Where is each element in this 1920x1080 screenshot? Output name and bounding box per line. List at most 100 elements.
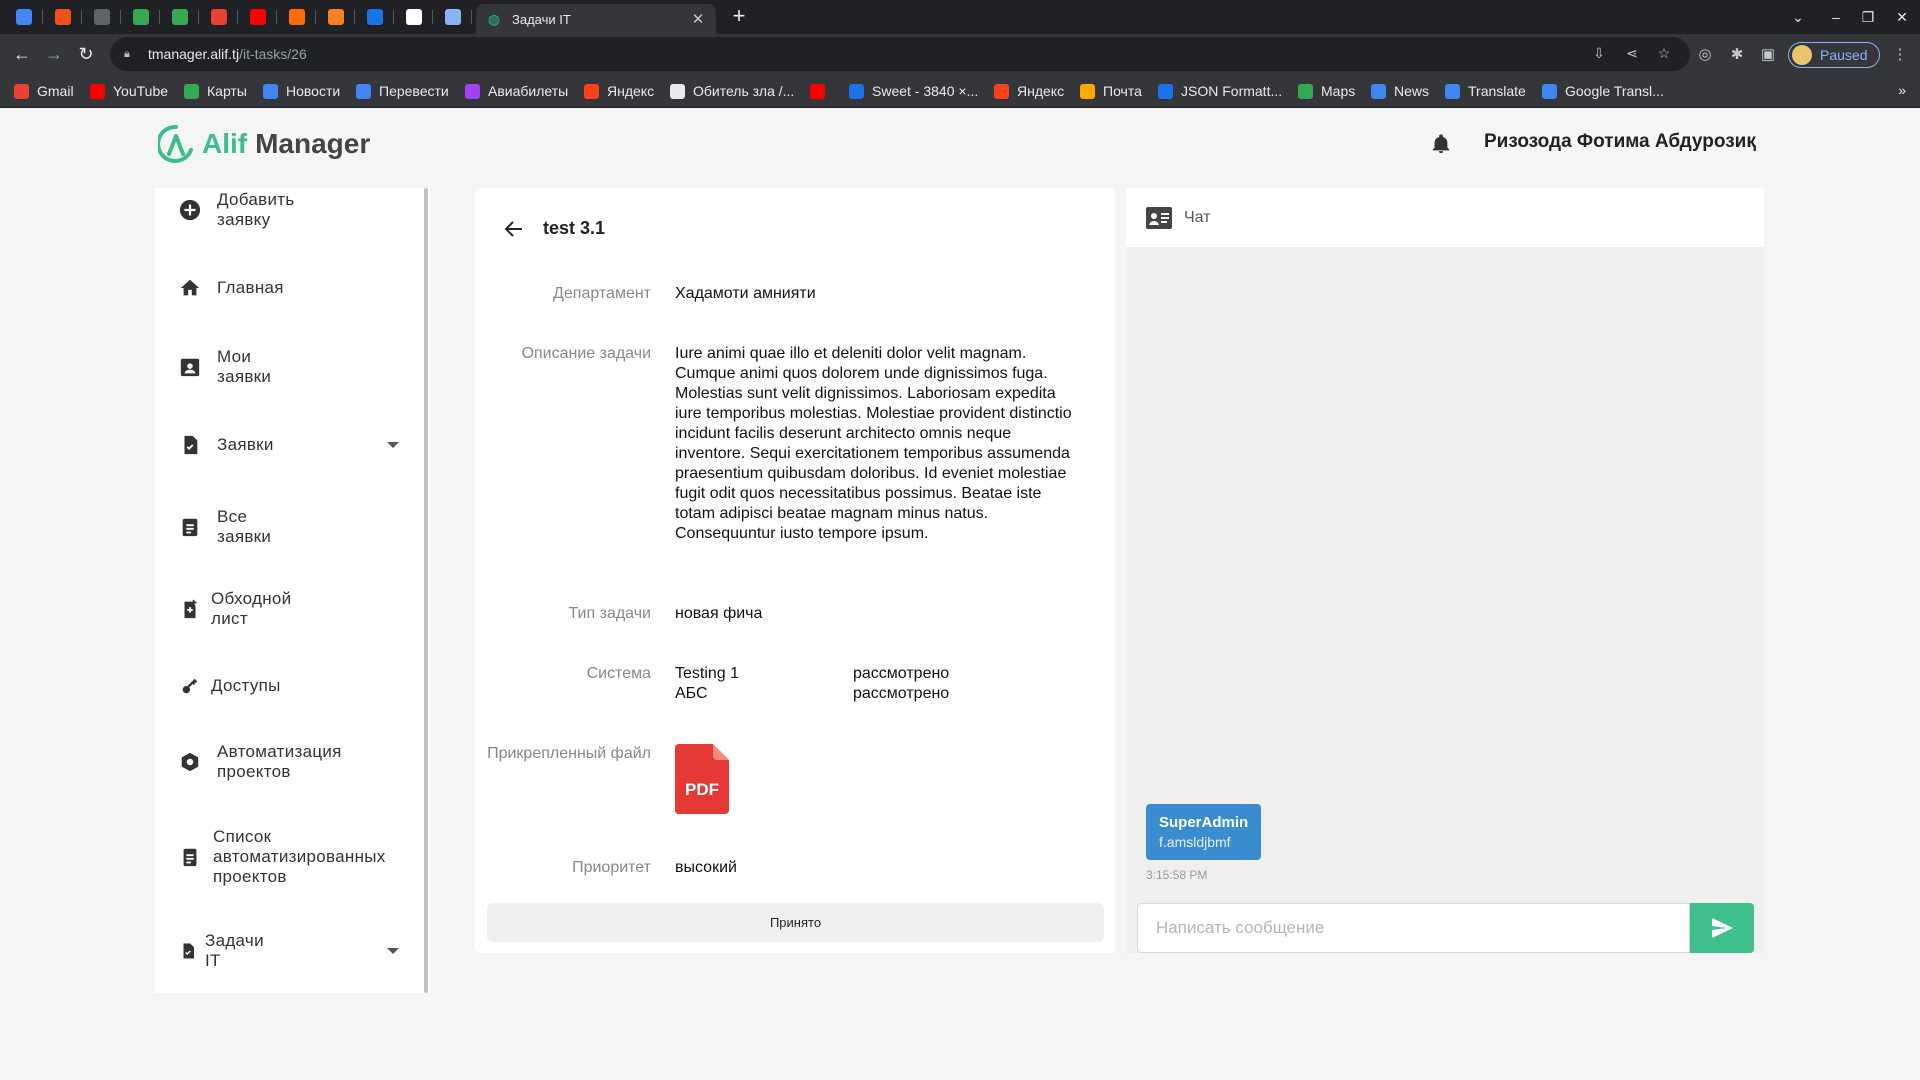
pinned-tab[interactable] bbox=[277, 0, 316, 34]
sidebar-item-label: Мои заявки bbox=[217, 347, 272, 386]
share-icon[interactable]: ⋖ bbox=[1623, 45, 1641, 62]
side-panel-icon[interactable]: ▣ bbox=[1758, 45, 1778, 63]
docs-icon bbox=[15, 9, 32, 25]
key-icon bbox=[182, 678, 198, 694]
document-add-icon bbox=[184, 599, 197, 619]
app-logo[interactable]: Alif Manager bbox=[158, 124, 370, 164]
bookmark-label: YouTube bbox=[113, 83, 169, 99]
url-host: tmanager.alif.tj bbox=[148, 46, 240, 62]
message-text: f.amsldjbmf bbox=[1159, 834, 1231, 850]
bookmark-item[interactable]: Карты bbox=[184, 75, 247, 107]
browser-toolbar: ← → ↻ 🔒︎ tmanager.alif.tj/it-tasks/26 ⇩ … bbox=[0, 34, 1920, 75]
bookmark-item[interactable]: Gmail bbox=[14, 75, 74, 107]
pinned-tab[interactable] bbox=[355, 0, 394, 34]
sidebar-item-all-requests[interactable]: Все заявки bbox=[155, 505, 415, 549]
chevron-down-icon[interactable] bbox=[387, 948, 399, 954]
green-app-icon bbox=[132, 9, 149, 25]
notification-bell-icon[interactable] bbox=[1430, 132, 1452, 156]
back-icon[interactable]: ← bbox=[8, 40, 36, 68]
pinned-tab[interactable] bbox=[121, 0, 160, 34]
pinned-tab[interactable] bbox=[43, 0, 82, 34]
user-name[interactable]: Ризозода Фотима Абдурозиқ bbox=[1484, 131, 1756, 153]
bookmark-item[interactable]: JSON Formatt... bbox=[1158, 75, 1282, 107]
bookmark-label: Обитель зла /... bbox=[693, 83, 795, 99]
bookmark-item[interactable]: YouTube bbox=[90, 75, 168, 107]
clipboard-list-icon bbox=[183, 848, 197, 867]
home-icon bbox=[180, 279, 200, 296]
bookmark-item[interactable]: Новости bbox=[263, 75, 340, 107]
pinned-tab[interactable] bbox=[238, 0, 277, 34]
message-author: SuperAdmin bbox=[1159, 814, 1249, 831]
arrow-back-icon[interactable] bbox=[502, 217, 526, 241]
sidebar-item-label: Заявки bbox=[217, 435, 274, 454]
google-icon bbox=[263, 83, 278, 99]
system-name: Testing 1 bbox=[675, 665, 740, 682]
pinned-tab[interactable] bbox=[394, 0, 433, 34]
profile-button[interactable]: Paused bbox=[1788, 42, 1880, 68]
chat-title: Чат bbox=[1184, 208, 1211, 226]
bookmark-item[interactable]: Translate bbox=[1445, 75, 1526, 107]
youtube-icon bbox=[810, 83, 825, 99]
sidebar-item-home[interactable]: Главная bbox=[155, 268, 415, 308]
minimize-icon[interactable]: – bbox=[1818, 0, 1854, 34]
chat-message-input[interactable] bbox=[1137, 903, 1690, 953]
pdf-file-type: PDF bbox=[685, 780, 719, 799]
pinned-tab[interactable] bbox=[433, 0, 472, 34]
sidebar-item-bypass-sheet[interactable]: Обходной лист bbox=[155, 587, 415, 631]
task-type-value: новая фича bbox=[675, 605, 763, 622]
sidebar-scrollbar[interactable] bbox=[424, 188, 428, 993]
sidebar-item-label: Обходной лист bbox=[211, 589, 292, 628]
bookmark-item[interactable]: Почта bbox=[1080, 75, 1142, 107]
chevron-down-icon[interactable] bbox=[387, 442, 399, 448]
close-tab-icon[interactable]: ✕ bbox=[690, 10, 706, 28]
reload-icon[interactable]: ↻ bbox=[72, 40, 100, 68]
sidebar-item-label: Список автоматизированных проектов bbox=[213, 827, 386, 886]
sidebar-item-label: Доступы bbox=[211, 676, 281, 695]
clipboard-icon bbox=[182, 518, 198, 537]
bookmark-item[interactable]: News bbox=[1371, 75, 1429, 107]
bookmark-label: Новости bbox=[286, 83, 341, 99]
address-bar[interactable]: 🔒︎ tmanager.alif.tj/it-tasks/26 bbox=[110, 37, 1690, 71]
mail-icon bbox=[1080, 83, 1095, 99]
sidebar-item-access[interactable]: Доступы bbox=[155, 666, 415, 706]
bookmark-item[interactable]: Перевести bbox=[356, 75, 449, 107]
bookmark-item[interactable]: Sweet - 3840 ×... bbox=[849, 75, 978, 107]
sidebar-item-requests[interactable]: Заявки bbox=[155, 425, 415, 465]
forward-icon[interactable]: → bbox=[40, 40, 68, 68]
send-button[interactable] bbox=[1690, 903, 1754, 953]
window-close-icon[interactable]: ✕ bbox=[1884, 0, 1920, 34]
restore-icon[interactable]: ❐ bbox=[1850, 0, 1886, 34]
task-type-label: Тип задачи bbox=[568, 605, 651, 622]
accepted-button[interactable]: Принято bbox=[487, 903, 1104, 942]
pinned-tab[interactable] bbox=[199, 0, 238, 34]
bookmark-label: JSON Formatt... bbox=[1181, 83, 1283, 99]
bookmark-item[interactable]: Яндекс bbox=[994, 75, 1064, 107]
bookmark-item[interactable]: Яндекс bbox=[584, 75, 654, 107]
bookmark-item[interactable] bbox=[810, 75, 833, 107]
bookmark-item[interactable]: Авиабилеты bbox=[465, 75, 568, 107]
bookmark-item[interactable]: Google Transl... bbox=[1542, 75, 1664, 107]
bookmark-item[interactable]: Обитель зла /... bbox=[670, 75, 794, 107]
pinned-tab[interactable] bbox=[4, 0, 43, 34]
bookmarks-overflow-icon[interactable]: » bbox=[1898, 82, 1906, 98]
priority-value: высокий bbox=[675, 859, 737, 876]
menu-kebab-icon[interactable]: ⋮ bbox=[1890, 45, 1910, 63]
active-tab[interactable]: ◍ Задачи IT ✕ bbox=[476, 4, 716, 34]
bookmark-item[interactable]: Maps bbox=[1298, 75, 1355, 107]
tab-search-icon[interactable]: ⌄ bbox=[1780, 0, 1816, 34]
sidebar-item-it-tasks[interactable]: Задачи IT bbox=[155, 929, 415, 973]
gmail-icon bbox=[14, 83, 29, 99]
pinned-tab[interactable] bbox=[82, 0, 121, 34]
bookmark-star-icon[interactable]: ☆ bbox=[1655, 45, 1673, 62]
sidebar-item-my-requests[interactable]: Мои заявки bbox=[155, 345, 415, 389]
pinned-tab[interactable] bbox=[160, 0, 199, 34]
pinned-tab[interactable] bbox=[316, 0, 355, 34]
sidebar-item-project-automation[interactable]: Автоматизация проектов bbox=[155, 740, 415, 784]
sidebar-item-automated-projects-list[interactable]: Список автоматизированных проектов bbox=[155, 825, 415, 889]
new-tab-icon[interactable]: + bbox=[728, 5, 750, 28]
extensions-puzzle-icon[interactable]: ✱ bbox=[1727, 45, 1747, 63]
pdf-file-icon[interactable]: PDF bbox=[675, 744, 729, 814]
sidebar-item-add-request[interactable]: Добавить заявку bbox=[155, 188, 415, 232]
install-app-icon[interactable]: ⇩ bbox=[1590, 45, 1608, 62]
extension-globe-icon[interactable]: ◎ bbox=[1695, 45, 1715, 63]
